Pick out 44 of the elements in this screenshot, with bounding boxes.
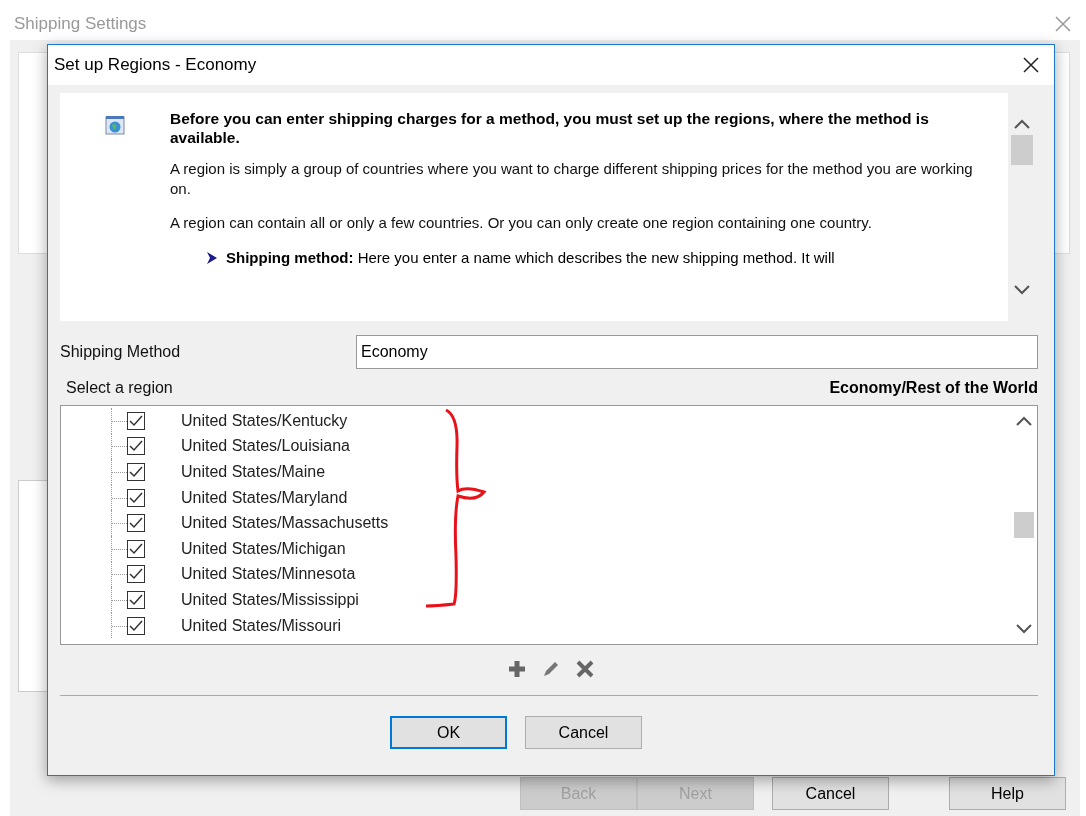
checkbox[interactable] bbox=[127, 463, 145, 481]
globe-icon bbox=[105, 115, 125, 135]
checkbox[interactable] bbox=[127, 514, 145, 533]
region-item[interactable]: United States/Maryland bbox=[181, 488, 348, 507]
checkbox[interactable] bbox=[127, 539, 145, 558]
help-button[interactable]: Help bbox=[949, 777, 1066, 810]
checkbox[interactable] bbox=[127, 565, 145, 584]
region-item[interactable]: United States/Kentucky bbox=[181, 411, 348, 430]
checkbox[interactable] bbox=[127, 437, 145, 456]
region-item[interactable]: United States/Maine bbox=[181, 463, 326, 481]
list-label: Select a region bbox=[66, 379, 173, 397]
region-item[interactable]: United States/Missouri bbox=[181, 616, 342, 635]
region-item[interactable]: United States/Louisiana bbox=[181, 437, 350, 456]
region-item[interactable]: United States/Mississippi bbox=[181, 590, 359, 609]
region-item[interactable]: United States/Minnesota bbox=[181, 565, 356, 584]
pencil-icon[interactable] bbox=[541, 659, 561, 679]
scroll-down-button[interactable] bbox=[1016, 624, 1032, 634]
window-title: Shipping Settings bbox=[14, 14, 147, 34]
selected-region-text: Economy/Rest of the World bbox=[829, 379, 1038, 397]
scrollbar-thumb[interactable] bbox=[1014, 512, 1034, 538]
scroll-down-button[interactable] bbox=[1014, 285, 1030, 295]
delete-icon[interactable] bbox=[575, 659, 595, 679]
cancel-button[interactable]: Cancel bbox=[525, 716, 642, 749]
ok-button[interactable]: OK bbox=[390, 716, 507, 749]
help-paragraph: A region is simply a group of countries where you want to charge different shipping prices for the method you are working on. bbox=[170, 159, 974, 199]
close-icon[interactable] bbox=[1022, 56, 1040, 74]
checkbox[interactable] bbox=[127, 488, 145, 507]
cancel-button[interactable]: Cancel bbox=[772, 777, 889, 810]
scrollbar-thumb[interactable] bbox=[1011, 135, 1033, 165]
help-paragraph: A region can contain all or only a few countries. Or you can only create one region containing one country. bbox=[170, 213, 873, 233]
field-label: Shipping Method bbox=[60, 343, 181, 361]
add-icon[interactable] bbox=[507, 659, 527, 679]
chevron-bullet-icon bbox=[206, 250, 218, 265]
scroll-up-button[interactable] bbox=[1014, 119, 1030, 129]
help-heading: Before you can enter shipping charges for a method, you must set up the regions, where the method is available. bbox=[170, 109, 930, 147]
scroll-up-button[interactable] bbox=[1016, 416, 1032, 426]
help-bullet: Shipping method: Here you enter a name which describes the new shipping method. It will bbox=[226, 249, 835, 266]
checkbox[interactable] bbox=[127, 616, 145, 635]
shipping-method-field[interactable]: Economy bbox=[356, 335, 1038, 369]
checkbox[interactable] bbox=[127, 590, 145, 609]
region-item[interactable]: United States/Massachusetts bbox=[181, 514, 389, 533]
checkbox[interactable] bbox=[127, 411, 145, 430]
region-item[interactable]: United States/Michigan bbox=[181, 539, 346, 558]
dialog-title: Set up Regions - Economy bbox=[54, 55, 257, 75]
